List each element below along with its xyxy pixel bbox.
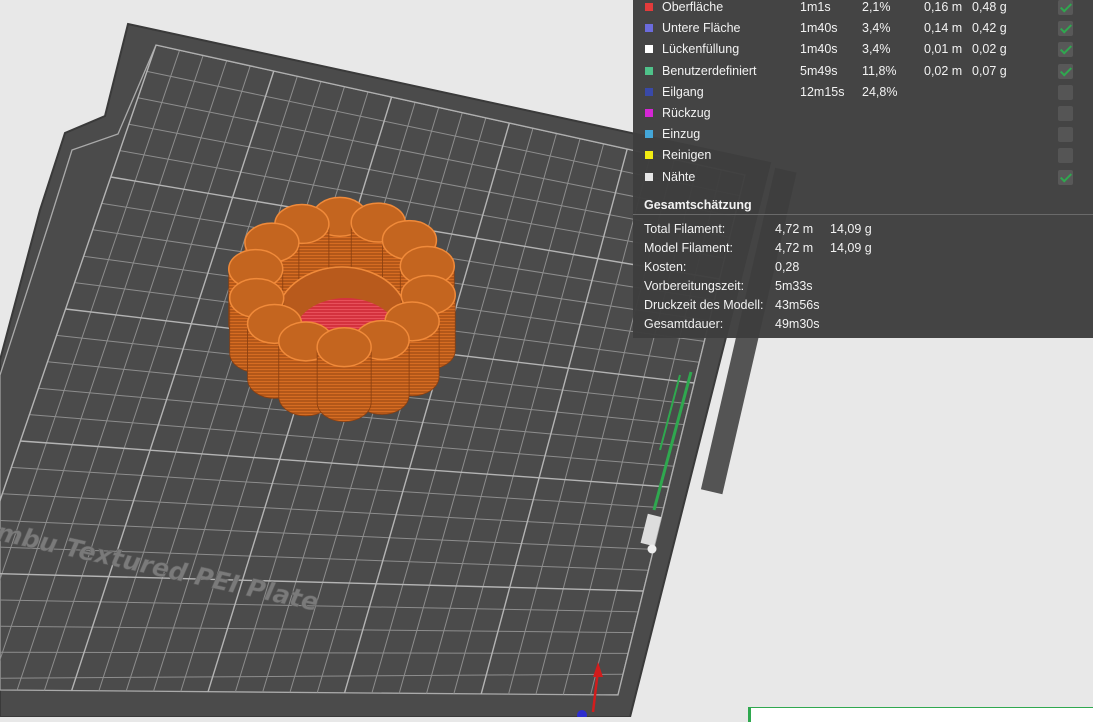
legend-time: 5m49s <box>800 63 838 78</box>
summary-extra: 14,09 g <box>830 222 872 236</box>
legend-percent: 11,8% <box>862 63 897 78</box>
summary-value: 4,72 m <box>775 241 814 255</box>
legend-name: Einzug <box>662 127 701 142</box>
summary-label: Model Filament: <box>644 241 733 255</box>
legend-visibility-checkbox[interactable] <box>1058 42 1073 58</box>
summary-value: 5m33s <box>775 279 813 293</box>
legend-weight: 0,42 g <box>972 21 1007 36</box>
legend-row[interactable]: Eilgang 12m15s 24,8% <box>633 82 1093 103</box>
legend-time: 1m40s <box>800 21 838 36</box>
divider <box>633 214 1093 215</box>
legend-row[interactable]: Oberfläche 1m1s 2,1% 0,16 m 0,48 g <box>633 0 1093 18</box>
legend-length: 0,14 m <box>924 21 963 36</box>
summary-value: 4,72 m <box>775 222 814 236</box>
legend-time: 12m15s <box>800 84 845 99</box>
summary-value: 43m56s <box>775 298 820 312</box>
legend-name: Reinigen <box>662 148 712 163</box>
legend-name: Benutzerdefiniert <box>662 63 757 78</box>
legend-name: Eilgang <box>662 84 704 99</box>
summary-row: Vorbereitungszeit: 5m33s <box>644 279 1084 298</box>
legend-row[interactable]: Einzug <box>633 124 1093 145</box>
legend-color-swatch <box>645 87 653 96</box>
legend-color-swatch <box>645 3 653 11</box>
summary-title: Gesamtschätzung <box>644 198 752 212</box>
summary-row: Gesamtdauer: 49m30s <box>644 317 1084 336</box>
legend-visibility-checkbox[interactable] <box>1058 127 1073 143</box>
summary-label: Vorbereitungszeit: <box>644 279 745 293</box>
legend-row[interactable]: Lückenfüllung 1m40s 3,4% 0,01 m 0,02 g <box>633 39 1093 60</box>
legend-name: Nähte <box>662 169 696 184</box>
legend-name: Rückzug <box>662 106 711 120</box>
slider-handle-icon[interactable] <box>647 544 657 554</box>
legend-row[interactable]: Untere Fläche 1m40s 3,4% 0,14 m 0,42 g <box>633 18 1093 39</box>
legend-row[interactable]: Nähte <box>633 167 1093 188</box>
legend-time: 1m1s <box>800 0 831 14</box>
summary-row: Model Filament: 4,72 m 14,09 g <box>644 241 1084 260</box>
legend-weight: 0,48 g <box>972 0 1007 14</box>
legend-color-swatch <box>645 109 653 117</box>
legend-visibility-checkbox[interactable] <box>1058 169 1073 185</box>
legend-weight: 0,02 g <box>972 42 1007 57</box>
legend-visibility-checkbox[interactable] <box>1058 0 1073 15</box>
summary-value: 0,28 <box>775 260 800 274</box>
printed-model[interactable] <box>228 196 456 423</box>
legend-color-swatch <box>645 151 653 160</box>
legend-name: Lückenfüllung <box>662 42 740 57</box>
legend-color-swatch <box>645 172 653 181</box>
legend-length: 0,16 m <box>924 0 963 14</box>
legend-row[interactable]: Reinigen <box>633 145 1093 166</box>
legend-color-swatch <box>645 66 653 75</box>
legend-percent: 24,8% <box>862 84 898 99</box>
legend-color-swatch <box>645 24 653 33</box>
legend-row[interactable]: Benutzerdefiniert 5m49s 11,8% 0,02 m 0,07 g <box>633 61 1093 82</box>
summary-extra: 14,09 g <box>830 241 872 255</box>
legend-length: 0,02 m <box>924 63 963 78</box>
summary-label: Total Filament: <box>644 222 726 236</box>
legend-name: Oberfläche <box>662 0 724 14</box>
summary-label: Kosten: <box>644 260 687 274</box>
summary-row: Total Filament: 4,72 m 14,09 g <box>644 222 1084 241</box>
outer-cylinder <box>316 326 372 423</box>
legend-percent: 3,4% <box>862 21 891 36</box>
legend-weight: 0,07 g <box>972 63 1007 78</box>
legend-name: Untere Fläche <box>662 21 741 36</box>
legend-color-swatch <box>645 130 653 139</box>
legend-visibility-checkbox[interactable] <box>1058 148 1073 164</box>
legend-color-swatch <box>645 45 653 54</box>
legend-row[interactable]: Rückzug <box>633 103 1093 124</box>
summary-row: Kosten: 0,28 <box>644 260 1084 279</box>
summary-label: Druckzeit des Modell: <box>644 298 764 312</box>
legend-visibility-checkbox[interactable] <box>1058 63 1073 79</box>
legend-visibility-checkbox[interactable] <box>1058 84 1073 100</box>
legend-time: 1m40s <box>800 42 838 57</box>
legend-visibility-checkbox[interactable] <box>1058 106 1073 121</box>
legend-percent: 3,4% <box>862 42 891 57</box>
stats-panel: Oberfläche 1m1s 2,1% 0,16 m 0,48 g Untere Flä… <box>633 0 1093 338</box>
legend-percent: 2,1% <box>862 0 891 14</box>
summary-label: Gesamtdauer: <box>644 317 724 331</box>
summary-value: 49m30s <box>775 317 820 331</box>
legend-visibility-checkbox[interactable] <box>1058 21 1073 37</box>
summary-row: Druckzeit des Modell: 43m56s <box>644 298 1084 317</box>
notification-bar[interactable] <box>748 707 1093 722</box>
legend-length: 0,01 m <box>924 42 963 57</box>
